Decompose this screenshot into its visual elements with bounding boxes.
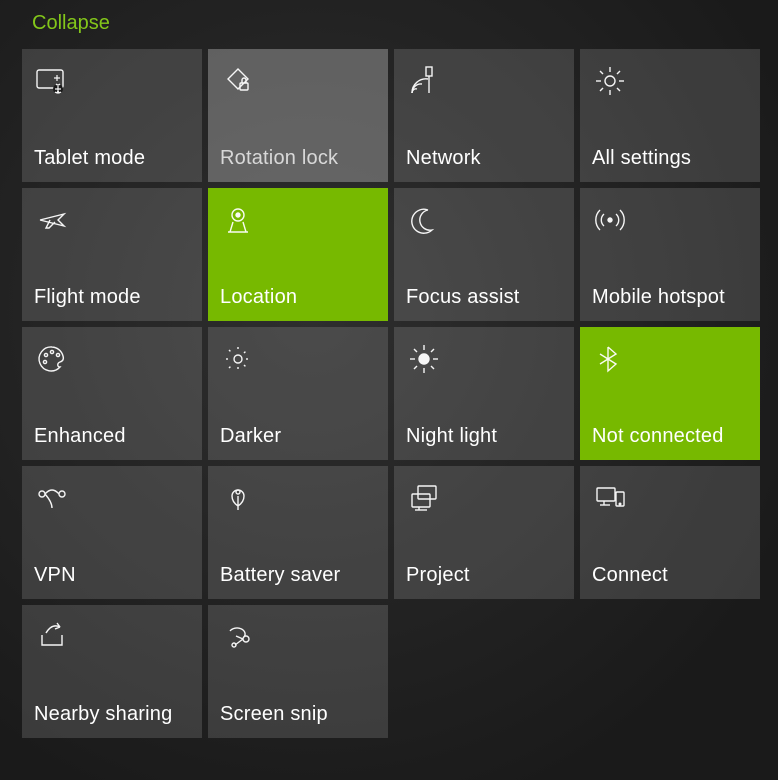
tile-label: Screen snip bbox=[220, 703, 376, 726]
tile-night-light[interactable]: Night light bbox=[394, 327, 574, 460]
tile-label: Connect bbox=[592, 564, 748, 587]
tile-label: Not connected bbox=[592, 425, 748, 448]
tile-all-settings[interactable]: All settings bbox=[580, 49, 760, 182]
tile-rotation-lock[interactable]: Rotation lock bbox=[208, 49, 388, 182]
tablet-icon bbox=[34, 63, 70, 99]
tile-vpn[interactable]: VPN bbox=[22, 466, 202, 599]
tile-label: Mobile hotspot bbox=[592, 286, 748, 309]
tile-label: Project bbox=[406, 564, 562, 587]
tile-label: Night light bbox=[406, 425, 562, 448]
tile-label: Enhanced bbox=[34, 425, 190, 448]
tile-project[interactable]: Project bbox=[394, 466, 574, 599]
moon-icon bbox=[406, 202, 442, 238]
tile-tablet-mode[interactable]: Tablet mode bbox=[22, 49, 202, 182]
share-icon bbox=[34, 619, 70, 655]
rotation-lock-icon bbox=[220, 63, 256, 99]
tile-screen-snip[interactable]: Screen snip bbox=[208, 605, 388, 738]
project-icon bbox=[406, 480, 442, 516]
palette-icon bbox=[34, 341, 70, 377]
snip-icon bbox=[220, 619, 256, 655]
tile-label: Battery saver bbox=[220, 564, 376, 587]
tile-label: Focus assist bbox=[406, 286, 562, 309]
tile-darker[interactable]: Darker bbox=[208, 327, 388, 460]
tile-label: VPN bbox=[34, 564, 190, 587]
tile-label: Flight mode bbox=[34, 286, 190, 309]
location-icon bbox=[220, 202, 256, 238]
tile-battery-saver[interactable]: Battery saver bbox=[208, 466, 388, 599]
tile-label: Network bbox=[406, 147, 562, 170]
vpn-icon bbox=[34, 480, 70, 516]
network-icon bbox=[406, 63, 442, 99]
tile-label: Location bbox=[220, 286, 376, 309]
tile-flight-mode[interactable]: Flight mode bbox=[22, 188, 202, 321]
tile-location[interactable]: Location bbox=[208, 188, 388, 321]
collapse-button[interactable]: Collapse bbox=[18, 10, 110, 49]
quick-actions-grid: Tablet mode Rotation lock Network All se… bbox=[18, 49, 760, 738]
airplane-icon bbox=[34, 202, 70, 238]
settings-icon bbox=[592, 63, 628, 99]
tile-network[interactable]: Network bbox=[394, 49, 574, 182]
brightness-low-icon bbox=[220, 341, 256, 377]
bluetooth-icon bbox=[592, 341, 628, 377]
tile-bluetooth[interactable]: Not connected bbox=[580, 327, 760, 460]
connect-icon bbox=[592, 480, 628, 516]
tile-focus-assist[interactable]: Focus assist bbox=[394, 188, 574, 321]
hotspot-icon bbox=[592, 202, 628, 238]
battery-saver-icon bbox=[220, 480, 256, 516]
tile-mobile-hotspot[interactable]: Mobile hotspot bbox=[580, 188, 760, 321]
tile-label: Darker bbox=[220, 425, 376, 448]
brightness-high-icon bbox=[406, 341, 442, 377]
tile-label: Nearby sharing bbox=[34, 703, 190, 726]
tile-label: Rotation lock bbox=[220, 147, 376, 170]
tile-nearby-sharing[interactable]: Nearby sharing bbox=[22, 605, 202, 738]
tile-connect[interactable]: Connect bbox=[580, 466, 760, 599]
tile-label: Tablet mode bbox=[34, 147, 190, 170]
tile-enhanced[interactable]: Enhanced bbox=[22, 327, 202, 460]
tile-label: All settings bbox=[592, 147, 748, 170]
